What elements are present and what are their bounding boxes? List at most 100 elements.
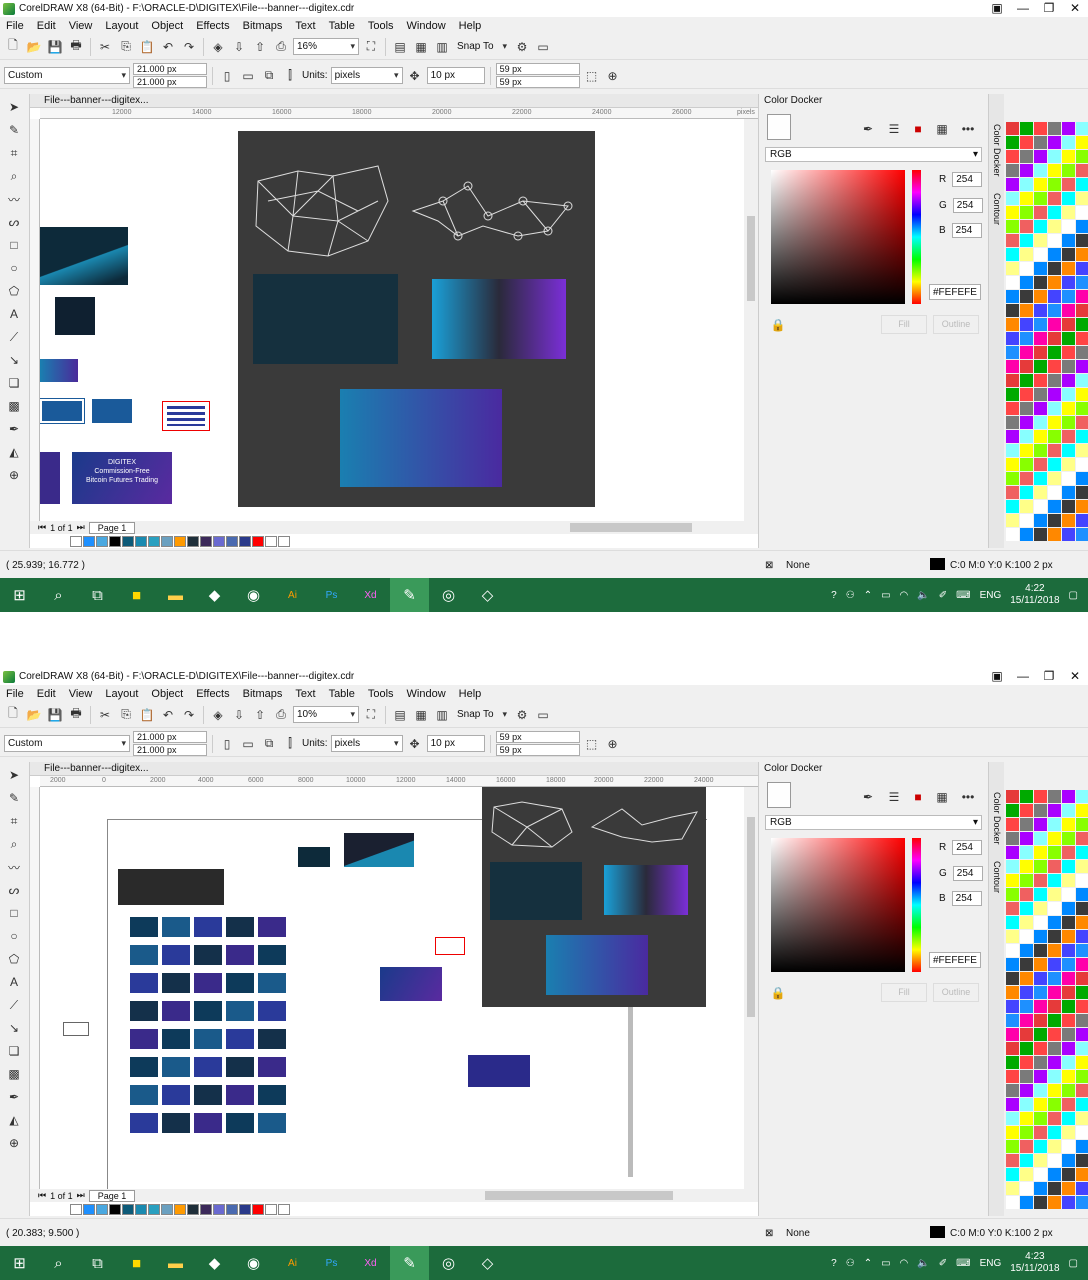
palette-swatch[interactable]	[1034, 860, 1047, 873]
empty-rectangle[interactable]	[63, 1022, 89, 1036]
print-icon[interactable]: 🖶	[67, 706, 85, 724]
palette-swatch[interactable]	[1076, 458, 1088, 471]
palette-swatch[interactable]	[1048, 846, 1061, 859]
palette-swatch[interactable]	[1006, 290, 1019, 303]
page-size-dropdown[interactable]: Custom	[4, 735, 130, 752]
close-button[interactable]: ✕	[1062, 668, 1088, 685]
paste-icon[interactable]: 📋	[138, 706, 156, 724]
menu-table[interactable]: Table	[329, 20, 355, 32]
palette-swatch[interactable]	[1020, 234, 1033, 247]
connector-tool-icon[interactable]: ↘	[5, 351, 23, 369]
palette-swatch[interactable]	[1020, 1070, 1033, 1083]
palette-swatch[interactable]	[1048, 1196, 1061, 1209]
palette-swatch[interactable]	[1062, 206, 1075, 219]
rectangle-tool-icon[interactable]: □	[5, 236, 23, 254]
palette-swatch[interactable]	[1048, 234, 1061, 247]
palette-swatch[interactable]	[1048, 444, 1061, 457]
palette-swatch[interactable]	[1076, 248, 1088, 261]
palette-swatch[interactable]	[1062, 916, 1075, 929]
interactive-fill-icon[interactable]: ◭	[5, 1111, 23, 1129]
new-document-icon[interactable]: 🗋	[4, 706, 22, 724]
all-pages-icon[interactable]: ⧉	[260, 67, 278, 85]
banner-thumbnail[interactable]	[130, 945, 158, 965]
color-swatch[interactable]	[252, 1204, 264, 1215]
palette-swatch[interactable]	[1076, 150, 1088, 163]
color-swatch[interactable]	[161, 1204, 173, 1215]
page-nav-first-icon[interactable]: ⏮	[38, 1190, 46, 1201]
palette-swatch[interactable]	[1048, 458, 1061, 471]
palette-swatch[interactable]	[1048, 832, 1061, 845]
palette-swatch[interactable]	[1048, 122, 1061, 135]
palette-swatch[interactable]	[1020, 1196, 1033, 1209]
palette-swatch[interactable]	[1034, 1056, 1047, 1069]
color-swatch[interactable]	[161, 536, 173, 547]
palette-swatch[interactable]	[1020, 1182, 1033, 1195]
palette-swatch[interactable]	[1076, 304, 1088, 317]
palette-swatch[interactable]	[1034, 818, 1047, 831]
tray-chevron-icon[interactable]: ⌃	[864, 590, 872, 601]
palette-swatch[interactable]	[1006, 486, 1019, 499]
landscape-icon[interactable]: ▭	[239, 735, 257, 753]
page-navigator[interactable]: ⏮ 1 of 1 ⏭ Page 1	[30, 1189, 758, 1202]
vertical-scrollbar[interactable]	[744, 787, 758, 1189]
banner-thumbnail[interactable]	[258, 1085, 286, 1105]
color-swatch[interactable]	[135, 536, 147, 547]
palette-swatch[interactable]	[1006, 248, 1019, 261]
palette-swatch[interactable]	[1020, 346, 1033, 359]
menu-edit[interactable]: Edit	[37, 20, 56, 32]
palette-swatch[interactable]	[1020, 472, 1033, 485]
banner-thumbnail[interactable]	[258, 1001, 286, 1021]
palette-swatch[interactable]	[1048, 416, 1061, 429]
connector-tool-icon[interactable]: ↘	[5, 1019, 23, 1037]
r-field[interactable]: 254	[952, 172, 983, 187]
palette-swatch[interactable]	[1006, 818, 1019, 831]
color-swatch[interactable]	[70, 536, 82, 547]
color-swatch[interactable]	[70, 1204, 82, 1215]
palette-swatch[interactable]	[1076, 846, 1088, 859]
palette-swatch[interactable]	[1006, 178, 1019, 191]
palette-swatch[interactable]	[1034, 1000, 1047, 1013]
polygon-tool-icon[interactable]: ⬠	[5, 950, 23, 968]
palette-swatch[interactable]	[1020, 832, 1033, 845]
palette-swatch[interactable]	[1020, 122, 1033, 135]
open-icon[interactable]: 📂	[25, 38, 43, 56]
palette-swatch[interactable]	[1006, 902, 1019, 915]
clock[interactable]: 4:22 15/11/2018	[1010, 583, 1059, 607]
application-launcher-icon[interactable]: ▭	[534, 38, 552, 56]
palette-swatch[interactable]	[1048, 874, 1061, 887]
color-swatch[interactable]	[226, 1204, 238, 1215]
palette-swatch[interactable]	[1006, 318, 1019, 331]
polygon-tool-icon[interactable]: ⬠	[5, 282, 23, 300]
options-gear-icon[interactable]: ⚙	[513, 706, 531, 724]
palette-swatch[interactable]	[1076, 860, 1088, 873]
palette-swatch[interactable]	[1034, 276, 1047, 289]
more-options-icon[interactable]: •••	[959, 788, 977, 806]
photoshop-icon[interactable]: Ps	[312, 578, 351, 612]
menu-file[interactable]: File	[6, 20, 24, 32]
sticky-notes-icon[interactable]: ■	[117, 1246, 156, 1280]
palette-swatch[interactable]	[1020, 360, 1033, 373]
color-swatch[interactable]	[213, 536, 225, 547]
palette-swatch[interactable]	[1034, 1014, 1047, 1027]
portrait-icon[interactable]: ▯	[218, 67, 236, 85]
palette-swatch[interactable]	[1076, 818, 1088, 831]
banner-thumbnail[interactable]	[40, 398, 85, 424]
snap-to-dropdown[interactable]: Snap To	[454, 38, 510, 55]
palette-swatch[interactable]	[1020, 1014, 1033, 1027]
show-guidelines-icon[interactable]: ▥	[433, 706, 451, 724]
color-swatch[interactable]	[135, 1204, 147, 1215]
color-swatch[interactable]	[96, 536, 108, 547]
palette-swatch[interactable]	[1006, 958, 1019, 971]
palette-swatch[interactable]	[1062, 318, 1075, 331]
export-icon[interactable]: ⇧	[251, 706, 269, 724]
banner-thumbnail[interactable]	[194, 945, 222, 965]
clock[interactable]: 4:23 15/11/2018	[1010, 1251, 1059, 1275]
menu-bitmaps[interactable]: Bitmaps	[243, 20, 283, 32]
palette-swatch[interactable]	[1062, 1042, 1075, 1055]
palette-swatch[interactable]	[1034, 1112, 1047, 1125]
palette-swatch[interactable]	[1034, 832, 1047, 845]
palette-swatch[interactable]	[1006, 888, 1019, 901]
palette-swatch[interactable]	[1034, 1196, 1047, 1209]
banner-thumbnail[interactable]	[194, 1001, 222, 1021]
palette-swatch[interactable]	[1062, 1112, 1075, 1125]
